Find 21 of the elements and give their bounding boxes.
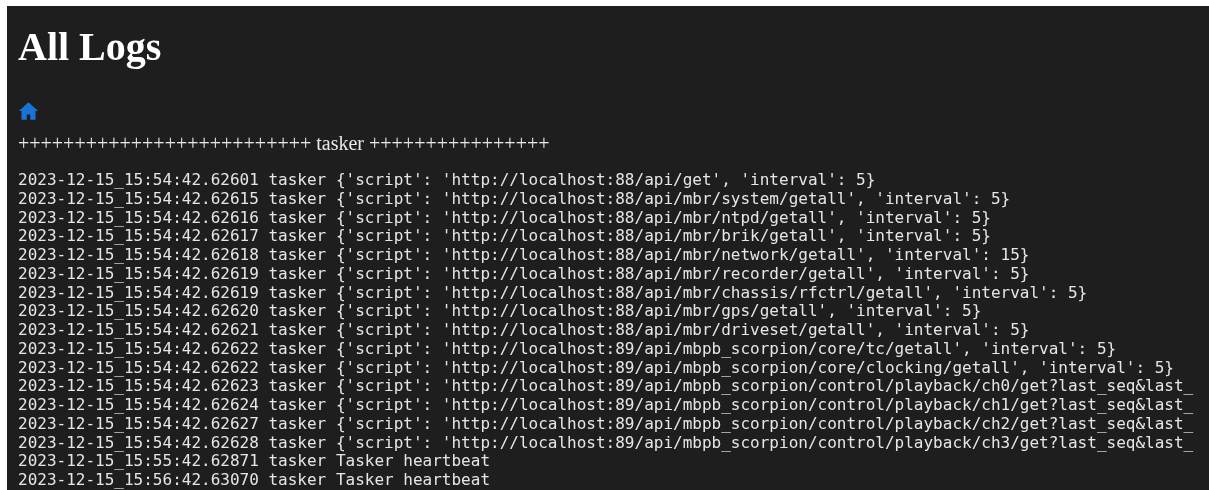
section-separator: ++++++++++++++++++++++++++ tasker ++++++++++++++++	[18, 131, 550, 155]
home-icon	[18, 101, 39, 121]
log-line: 2023-12-15_15:54:42.62620 tasker {'script': 'http://localhost:88/api/mbr/gps/getall', 'interval': 5}	[18, 302, 982, 321]
log-line: 2023-12-15_15:54:42.62619 tasker {'script': 'http://localhost:88/api/mbr/recorder/getall', 'interval': 5}	[18, 264, 1030, 284]
log-line: 2023-12-15_15:54:42.62621 tasker {'script': 'http://localhost:88/api/mbr/driveset/getall', 'interval': 5}	[18, 321, 1030, 340]
log-line: 2023-12-15_15:54:42.62615 tasker {'script': 'http://localhost:88/api/mbr/system/getall', 'interval': 5}	[18, 189, 1011, 209]
log-line: 2023-12-15_15:54:42.62619 tasker {'script': 'http://localhost:88/api/mbr/chassis/rfctrl/getall', 'interval': 5}	[18, 283, 1088, 303]
log-line: 2023-12-15_15:54:42.62616 tasker {'script': 'http://localhost:88/api/mbr/ntpd/getall', 'interval': 5}	[18, 208, 991, 228]
log-line: 2023-12-15_15:56:42.63070 tasker Tasker heartbeat	[18, 471, 490, 490]
log-line: 2023-12-15_15:54:42.62623 tasker {'script': 'http://localhost:89/api/mbpb_scorpion/control/playback/ch0/get?last_seq&last_	[18, 377, 1194, 396]
log-line: 2023-12-15_15:54:42.62624 tasker {'script': 'http://localhost:89/api/mbpb_scorpion/control/playback/ch1/get?last_seq&last_	[18, 396, 1194, 415]
log-line: 2023-12-15_15:54:42.62601 tasker {'script': 'http://localhost:88/api/get', 'interval': 5}	[18, 171, 876, 190]
log-line: 2023-12-15_15:54:42.62617 tasker {'script': 'http://localhost:88/api/mbr/brik/getall', 'interval': 5}	[18, 227, 991, 246]
log-line: 2023-12-15_15:54:42.62627 tasker {'script': 'http://localhost:89/api/mbpb_scorpion/control/playback/ch2/get?last_seq&last_	[18, 414, 1194, 434]
log-line: 2023-12-15_15:55:42.62871 tasker Tasker heartbeat	[18, 452, 490, 471]
page-title: All Logs	[18, 23, 162, 71]
log-line: 2023-12-15_15:54:42.62622 tasker {'script': 'http://localhost:89/api/mbpb_scorpion/core/tc/getall', 'interval': 5}	[18, 339, 1117, 359]
log-line: 2023-12-15_15:54:42.62618 tasker {'script': 'http://localhost:88/api/mbr/network/getall', 'interval': 15}	[18, 246, 1030, 265]
log-line: 2023-12-15_15:54:42.62622 tasker {'script': 'http://localhost:89/api/mbpb_scorpion/core/clocking/getall', 'interval': 5}	[18, 358, 1174, 378]
home-link[interactable]	[18, 101, 39, 121]
log-line: 2023-12-15_15:54:42.62628 tasker {'script': 'http://localhost:89/api/mbpb_scorpion/control/playback/ch3/get?last_seq&last_	[18, 433, 1194, 453]
